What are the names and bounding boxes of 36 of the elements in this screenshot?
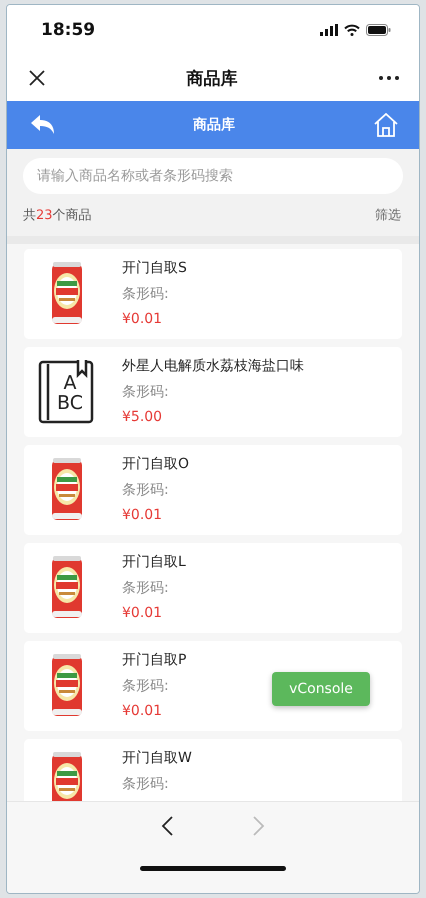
product-name: 外星人电解质水荔枝海盐口味 xyxy=(122,357,304,375)
filter-button[interactable]: 筛选 xyxy=(375,206,401,224)
product-name: 开门自取W xyxy=(122,749,192,767)
product-price: ¥0.01 xyxy=(122,605,164,621)
barcode-label: 条形码: xyxy=(122,775,170,793)
product-price: ¥0.01 xyxy=(122,703,164,719)
search-field[interactable]: 请输入商品名称或者条形码搜索 xyxy=(23,158,403,194)
barcode-label: 条形码: xyxy=(122,481,170,499)
back-arrow-icon[interactable] xyxy=(161,816,173,836)
product-name: 开门自取P xyxy=(122,651,186,669)
product-card[interactable]: 开门自取S 条形码: ¥0.01 xyxy=(24,249,402,339)
battery-icon xyxy=(366,24,391,36)
barcode-label: 条形码: xyxy=(122,579,170,597)
product-name: 开门自取S xyxy=(122,259,187,277)
status-time: 18:59 xyxy=(41,20,96,40)
product-card[interactable]: 开门自取O 条形码: ¥0.01 xyxy=(24,445,402,535)
back-icon[interactable] xyxy=(31,115,55,135)
more-icon[interactable] xyxy=(379,76,399,80)
product-card[interactable]: 开门自取W 条形码: xyxy=(24,739,402,801)
product-price: ¥0.01 xyxy=(122,507,164,523)
product-name: 开门自取L xyxy=(122,553,186,571)
header-title: 商品库 xyxy=(193,116,235,134)
product-name: 开门自取O xyxy=(122,455,190,473)
page-title: 商品库 xyxy=(186,68,238,90)
signal-icon xyxy=(320,24,338,36)
close-icon[interactable] xyxy=(29,70,45,86)
barcode-label: 条形码: xyxy=(122,677,170,695)
home-icon[interactable] xyxy=(373,113,399,137)
product-count: 共23个商品 xyxy=(23,207,92,224)
wifi-icon xyxy=(344,24,360,36)
product-card[interactable]: 开门自取L 条形码: ¥0.01 xyxy=(24,543,402,633)
product-card[interactable]: A BC 外星人电解质水荔枝海盐口味 条形码: ¥5.00 xyxy=(24,347,402,437)
product-price: ¥0.01 xyxy=(122,311,164,327)
barcode-label: 条形码: xyxy=(122,285,170,303)
barcode-label: 条形码: xyxy=(122,383,170,401)
product-price: ¥5.00 xyxy=(122,409,164,425)
